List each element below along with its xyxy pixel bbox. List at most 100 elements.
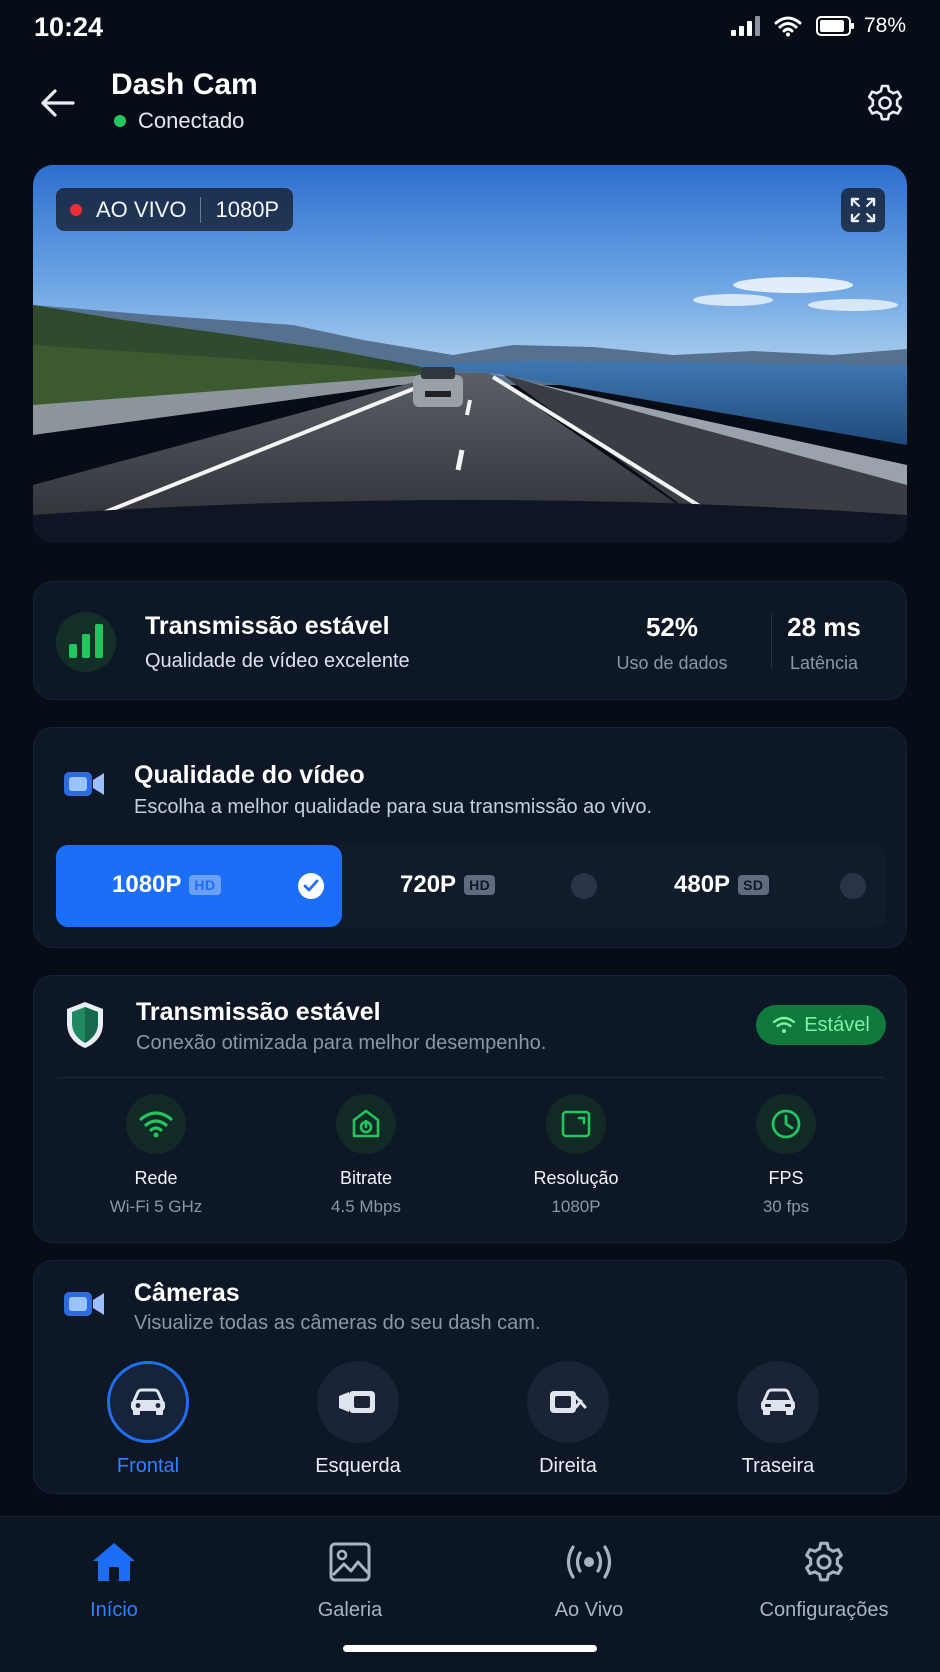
bitrate-info: Bitrate 4.5 Mbps: [266, 1094, 466, 1217]
battery-icon: [815, 16, 854, 36]
screen-icon: [546, 1094, 606, 1154]
fullscreen-button[interactable]: [841, 188, 885, 232]
data-usage-metric: 52% Uso de dados: [592, 612, 752, 674]
info-label: Bitrate: [339, 1168, 393, 1188]
network-info: Rede Wi-Fi 5 GHz: [56, 1094, 256, 1217]
camera-front[interactable]: Frontal: [68, 1361, 228, 1478]
quality-label-text: 480P: [674, 871, 731, 898]
camera-label: Frontal: [116, 1455, 180, 1477]
cameras-title: Câmeras: [134, 1279, 240, 1307]
nav-label: Início: [90, 1599, 138, 1621]
info-label: Rede: [134, 1168, 178, 1188]
cameras-subtitle: Visualize todas as câmeras do seu dash c…: [134, 1312, 541, 1334]
video-quality-card: Qualidade do vídeo Escolha a melhor qual…: [33, 727, 907, 948]
video-camera-icon: [64, 1292, 104, 1316]
cameras-card: Câmeras Visualize todas as câmeras do se…: [33, 1260, 907, 1494]
nav-item-settings[interactable]: Configurações: [724, 1533, 924, 1622]
transmission-title: Transmissão estável: [136, 998, 381, 1026]
gallery-icon: [250, 1533, 450, 1591]
camera-label: Traseira: [741, 1455, 815, 1477]
cellular-signal-icon: [730, 16, 760, 36]
info-label: FPS: [768, 1168, 804, 1188]
camera-rear[interactable]: Traseira: [698, 1361, 858, 1478]
info-value: Wi-Fi 5 GHz: [109, 1197, 203, 1216]
quality-option-label: 1080P HD: [112, 871, 221, 899]
camera-right[interactable]: Direita: [488, 1361, 648, 1478]
status-time: 10:24: [34, 12, 104, 42]
quality-option-label: 720P HD: [400, 871, 496, 899]
live-resolution: 1080P: [215, 196, 280, 222]
clock-icon: [756, 1094, 816, 1154]
divider: [58, 1077, 884, 1078]
quality-option-1080p[interactable]: 1080P HD: [56, 845, 342, 927]
metric-value: 28 ms: [787, 612, 861, 642]
quality-tag: HD: [464, 875, 496, 895]
metric-label: Latência: [789, 653, 859, 673]
broadcast-icon: [489, 1533, 689, 1591]
live-badge: AO VIVO 1080P: [56, 188, 294, 231]
connection-status: Conectado: [114, 108, 244, 134]
settings-button[interactable]: [860, 78, 910, 128]
badge-divider: [200, 196, 202, 223]
wifi-status-icon: [774, 16, 802, 37]
car-rear-icon: [737, 1361, 819, 1443]
radio-icon: [571, 873, 597, 899]
quality-option-label: 480P SD: [674, 871, 769, 899]
metric-value: 52%: [645, 612, 699, 642]
info-value: 4.5 Mbps: [331, 1197, 401, 1216]
nav-label: Configurações: [759, 1599, 889, 1621]
camera-label: Esquerda: [315, 1455, 401, 1477]
quality-selector: 1080P HD 720P HD 480P SD: [56, 845, 886, 927]
connection-status-label: Conectado: [138, 108, 245, 133]
status-icons: 78%: [730, 14, 906, 38]
fps-info: FPS 30 fps: [686, 1094, 886, 1217]
car-front-icon: [107, 1361, 189, 1443]
signal-bar: [95, 624, 103, 658]
settings-icon: [724, 1533, 924, 1591]
camera-label: Direita: [539, 1455, 597, 1477]
status-badge: Estável: [756, 1005, 886, 1045]
info-value: 1080P: [551, 1197, 601, 1216]
shield-icon: [67, 1002, 103, 1048]
info-value: 30 fps: [762, 1197, 810, 1216]
nav-label: Galeria: [317, 1599, 383, 1621]
home-indicator: [343, 1645, 597, 1652]
camera-left[interactable]: Esquerda: [278, 1361, 438, 1478]
stats-title: Transmissão estável: [145, 612, 390, 640]
status-badge-label: Estável: [804, 1013, 870, 1036]
signal-bar: [69, 644, 77, 658]
radio-icon: [840, 873, 866, 899]
nav-item-live[interactable]: Ao Vivo: [489, 1533, 689, 1622]
info-label: Resolução: [533, 1168, 619, 1188]
camera-right-icon: [527, 1361, 609, 1443]
check-icon: [298, 873, 324, 899]
arrow-left-icon: [41, 89, 75, 117]
live-dot-icon: [70, 203, 82, 216]
quality-subtitle: Escolha a melhor qualidade para sua tran…: [134, 796, 653, 818]
nav-item-home[interactable]: Início: [14, 1533, 214, 1622]
video-camera-icon: [64, 772, 104, 796]
expand-icon: [850, 197, 876, 223]
quality-title: Qualidade do vídeo: [134, 761, 365, 789]
back-button[interactable]: [30, 76, 84, 130]
nav-item-gallery[interactable]: Galeria: [250, 1533, 450, 1622]
quality-option-480p[interactable]: 480P SD: [614, 845, 886, 927]
signal-strength-icon: [56, 612, 116, 672]
page-title: Dash Cam: [111, 68, 258, 101]
quality-label-text: 720P: [400, 871, 457, 898]
signal-bar: [82, 634, 90, 658]
stats-subtitle: Qualidade de vídeo excelente: [145, 650, 410, 672]
live-label: AO VIVO: [96, 196, 187, 222]
status-dot: [114, 115, 126, 127]
quality-tag: SD: [738, 875, 769, 895]
metric-label: Uso de dados: [616, 653, 728, 673]
quality-option-720p[interactable]: 720P HD: [342, 845, 614, 927]
live-video-preview[interactable]: AO VIVO 1080P: [33, 165, 907, 543]
transmission-card: Transmissão estável Conexão otimizada pa…: [33, 975, 907, 1243]
home-icon: [14, 1533, 214, 1591]
camera-left-icon: [317, 1361, 399, 1443]
stream-stats-card: Transmissão estável Qualidade de vídeo e…: [33, 581, 907, 700]
resolution-info: Resolução 1080P: [476, 1094, 676, 1217]
quality-label-text: 1080P: [112, 871, 182, 898]
transmission-subtitle: Conexão otimizada para melhor desempenho…: [136, 1032, 547, 1054]
